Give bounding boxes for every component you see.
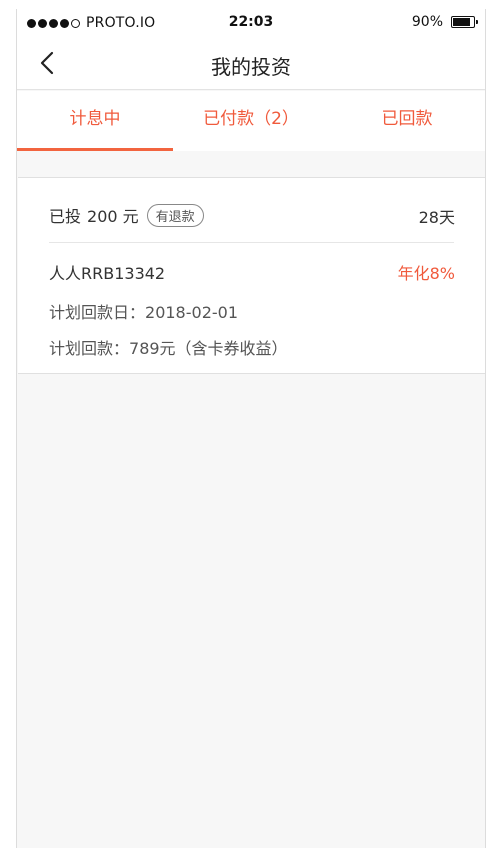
invested-amount: 200 元 [87, 207, 139, 226]
battery-icon [451, 16, 478, 28]
refund-badge: 有退款 [146, 203, 204, 227]
card-divider [49, 242, 454, 243]
investment-card[interactable]: 已投 200 元 有退款 28天 人人RRB13342 年化8% 计划回款日：2… [18, 177, 485, 374]
investment-term: 28天 [418, 208, 455, 227]
status-bar: PROTO.IO 22:03 90% [17, 9, 485, 37]
tab-returned[interactable]: 已回款 [329, 91, 485, 151]
annual-rate: 年化8% [397, 264, 455, 283]
tab-paid[interactable]: 已付款（2） [173, 91, 329, 151]
invested-amount-row: 已投 200 元 有退款 [49, 203, 204, 227]
planned-return-amount: 计划回款：789元（含卡券收益） [49, 335, 288, 359]
planned-return-amount-value: 789元（含卡券收益） [129, 339, 288, 358]
battery-percent: 90% [411, 14, 443, 30]
tab-bar: 计息中 已付款（2） 已回款 [17, 91, 485, 151]
invested-label: 已投 [49, 207, 82, 226]
product-name: 人人RRB13342 [49, 264, 166, 283]
page-title: 我的投资 [211, 55, 291, 79]
planned-return-date-value: 2018-02-01 [145, 303, 238, 322]
tab-accruing[interactable]: 计息中 [17, 91, 173, 151]
planned-return-amount-label: 计划回款： [49, 339, 130, 358]
navigation-bar: 我的投资 [17, 37, 485, 90]
planned-return-date-label: 计划回款日： [49, 303, 146, 322]
planned-return-date: 计划回款日：2018-02-01 [49, 299, 238, 323]
phone-screen: PROTO.IO 22:03 90% 我的投资 计息中 已付款（2） 已回款 已… [16, 9, 486, 848]
battery-status: 90% [411, 14, 478, 30]
